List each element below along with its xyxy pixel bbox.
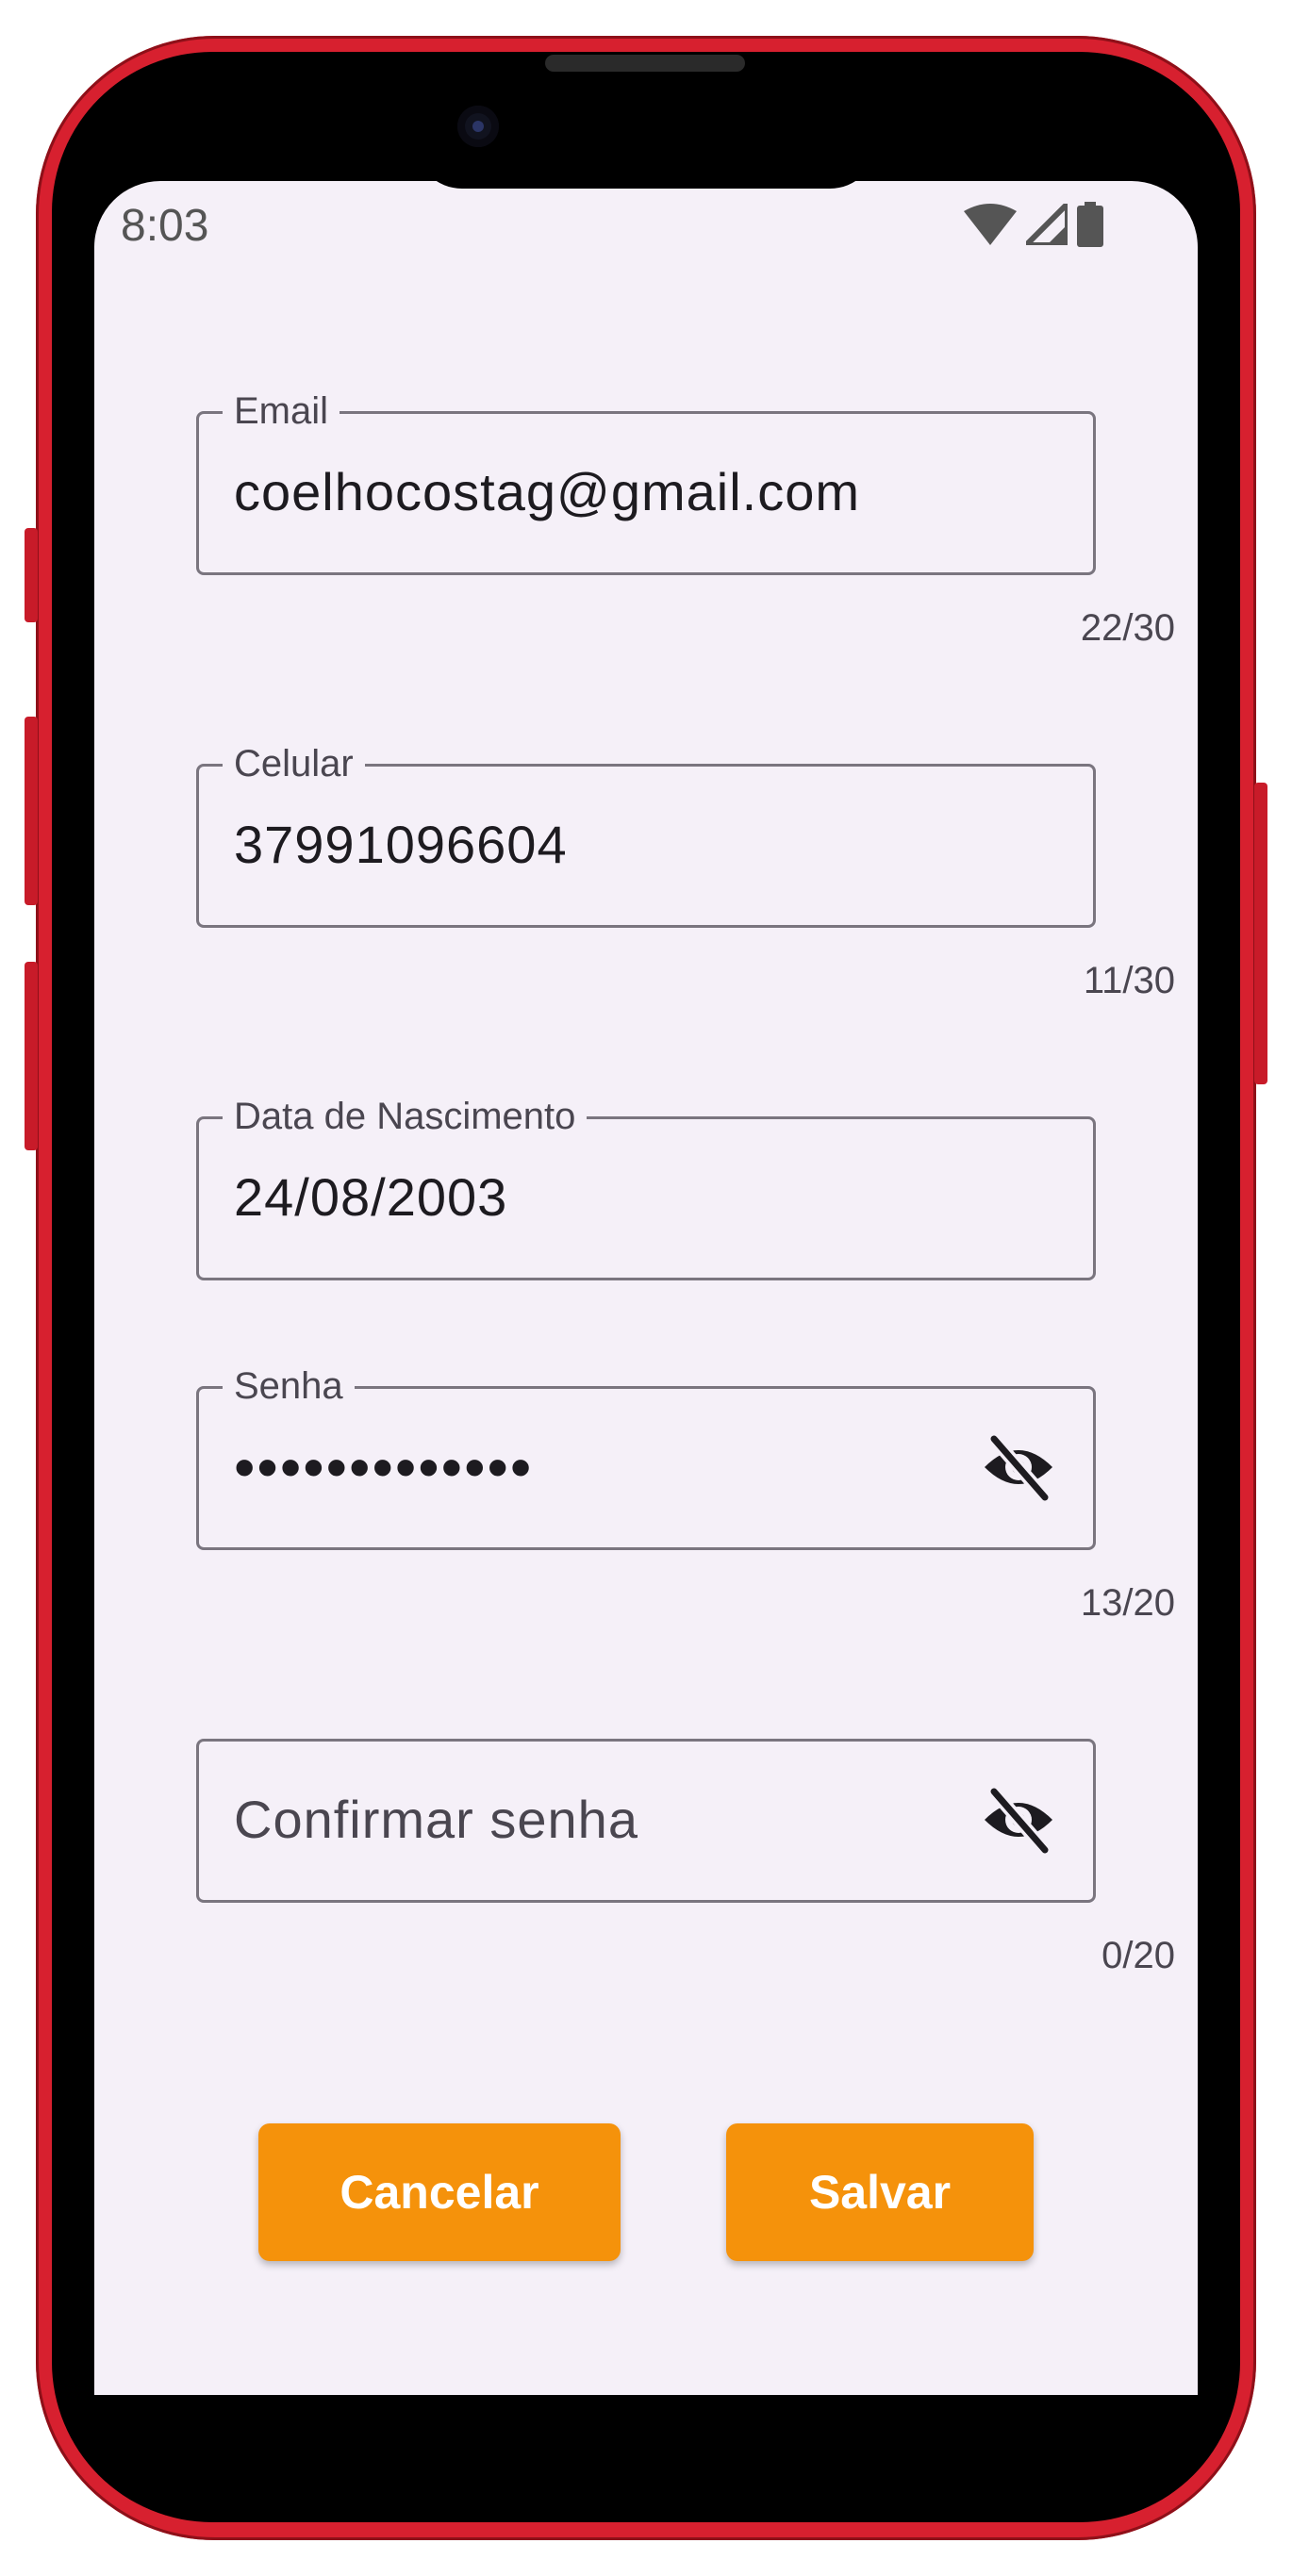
speaker-grille [545, 55, 745, 72]
status-icons [964, 200, 1103, 249]
cancel-button[interactable]: Cancelar [258, 2123, 621, 2261]
save-button[interactable]: Salvar [726, 2123, 1034, 2261]
screen: 8:03 Email coelhocostag@gmail.com 22/30 … [94, 181, 1198, 2395]
confirm-password-placeholder[interactable]: Confirmar senha [234, 1739, 638, 1901]
password-field[interactable]: Senha ••••••••••••• [196, 1360, 1096, 1550]
birthdate-value[interactable]: 24/08/2003 [234, 1116, 507, 1279]
volume-up-button [25, 717, 38, 905]
eye-off-icon[interactable] [981, 1786, 1056, 1854]
password-value[interactable]: ••••••••••••• [234, 1386, 533, 1548]
action-button [25, 528, 38, 622]
celular-field[interactable]: Celular 37991096604 [196, 737, 1096, 928]
power-button [1254, 783, 1267, 1084]
status-time: 8:03 [121, 201, 209, 251]
signal-icon [1026, 204, 1068, 245]
email-value[interactable]: coelhocostag@gmail.com [234, 411, 860, 573]
celular-counter: 11/30 [1083, 960, 1175, 1001]
confirm-password-counter: 0/20 [1102, 1935, 1175, 1976]
wifi-icon [964, 204, 1017, 245]
birthdate-field[interactable]: Data de Nascimento 24/08/2003 [196, 1090, 1096, 1280]
battery-icon [1077, 202, 1103, 247]
celular-value[interactable]: 37991096604 [234, 764, 568, 926]
email-counter: 22/30 [1080, 607, 1175, 649]
front-camera [457, 106, 499, 147]
eye-off-icon[interactable] [981, 1433, 1056, 1501]
confirm-password-field[interactable]: Confirmar senha [196, 1739, 1096, 1903]
password-counter: 13/20 [1080, 1582, 1175, 1624]
volume-down-button [25, 962, 38, 1150]
email-field[interactable]: Email coelhocostag@gmail.com [196, 385, 1096, 575]
bottom-bezel [94, 2395, 1198, 2480]
